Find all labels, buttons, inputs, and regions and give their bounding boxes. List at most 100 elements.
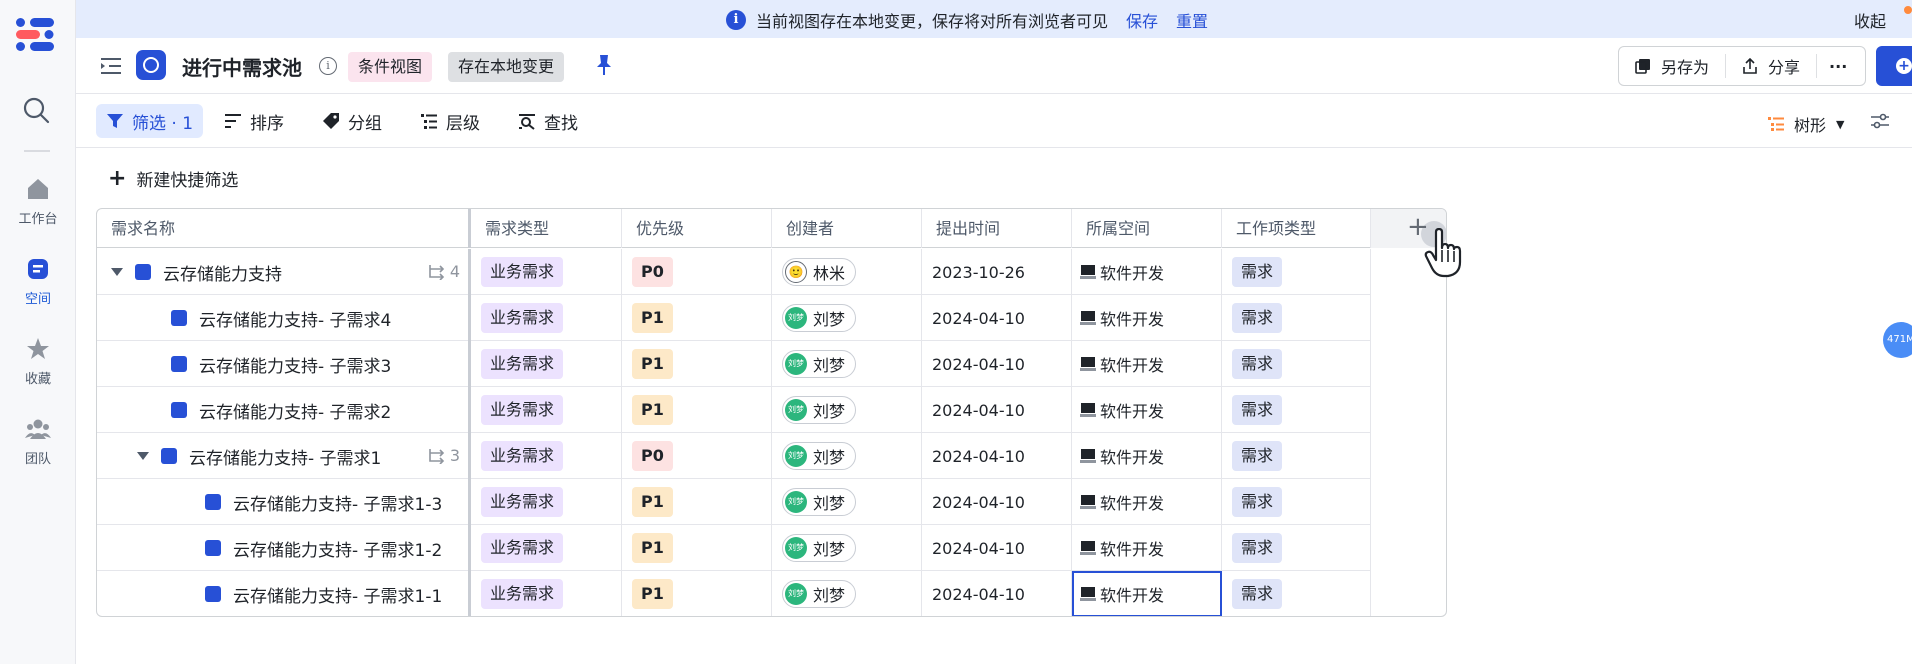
name-cell[interactable]: 云存储能力支持- 子需求1-3	[97, 479, 471, 525]
creator-cell[interactable]: 刘梦 刘梦	[772, 295, 922, 341]
column-header-item-type[interactable]: 工作项类型	[1222, 209, 1371, 248]
space-cell[interactable]: 软件开发	[1072, 479, 1222, 525]
filter-button[interactable]: 筛选 · 1	[96, 104, 204, 138]
view-mode-select[interactable]: 树形 ▼	[1768, 112, 1844, 136]
save-link[interactable]: 保存	[1126, 8, 1158, 32]
creator-cell[interactable]: 刘梦 刘梦	[772, 525, 922, 571]
creator-cell[interactable]: 刘梦 刘梦	[772, 341, 922, 387]
user-chip[interactable]: 刘梦 刘梦	[782, 442, 857, 470]
type-cell[interactable]: 业务需求	[471, 341, 622, 387]
priority-cell[interactable]: P1	[622, 387, 772, 433]
date-cell[interactable]: 2024-04-10	[922, 387, 1072, 433]
table-row[interactable]: 云存储能力支持- 子需求2 业务需求 P1 刘梦 刘梦 2024-04-10 软…	[97, 387, 1371, 433]
more-button[interactable]: ···	[1817, 47, 1859, 85]
requirement-name[interactable]: 云存储能力支持- 子需求4	[199, 306, 391, 331]
sidebar-item-space[interactable]: 空间	[0, 256, 76, 307]
date-cell[interactable]: 2024-04-10	[922, 525, 1072, 571]
view-info-icon[interactable]: i	[319, 57, 337, 75]
item-type-cell[interactable]: 需求	[1222, 387, 1371, 433]
pin-icon[interactable]	[596, 54, 612, 76]
table-row[interactable]: 云存储能力支持- 子需求1-3 业务需求 P1 刘梦 刘梦 2024-04-10…	[97, 479, 1371, 525]
user-chip[interactable]: 刘梦 刘梦	[782, 304, 857, 332]
name-cell[interactable]: 云存储能力支持- 子需求1-1	[97, 571, 471, 616]
subtask-count[interactable]: 3	[428, 446, 460, 465]
item-type-cell[interactable]: 需求	[1222, 525, 1371, 571]
memory-badge[interactable]: 471M	[1883, 322, 1912, 358]
expand-caret-icon[interactable]	[111, 268, 123, 276]
space-cell[interactable]: 软件开发	[1072, 571, 1222, 616]
priority-cell[interactable]: P1	[622, 479, 772, 525]
creator-cell[interactable]: 刘梦 刘梦	[772, 571, 922, 616]
collapse-banner-button[interactable]: 收起	[1854, 8, 1886, 32]
column-header-creator[interactable]: 创建者	[772, 209, 922, 248]
name-cell[interactable]: 云存储能力支持- 子需求1-2	[97, 525, 471, 571]
column-header-date[interactable]: 提出时间	[922, 209, 1072, 248]
search-icon[interactable]	[22, 96, 50, 124]
expand-sidebar-icon[interactable]	[100, 56, 122, 76]
table-row[interactable]: 云存储能力支持- 子需求1-1 业务需求 P1 刘梦 刘梦 2024-04-10…	[97, 571, 1371, 616]
type-cell[interactable]: 业务需求	[471, 295, 622, 341]
reset-link[interactable]: 重置	[1176, 8, 1208, 32]
creator-cell[interactable]: 刘梦 刘梦	[772, 433, 922, 479]
group-button[interactable]: 分组	[312, 104, 392, 138]
view-settings-icon[interactable]	[1870, 111, 1890, 131]
item-type-cell[interactable]: 需求	[1222, 571, 1371, 616]
requirement-name[interactable]: 云存储能力支持- 子需求1-2	[233, 536, 442, 561]
sort-button[interactable]: 排序	[214, 104, 294, 138]
column-header-type[interactable]: 需求类型	[471, 209, 622, 248]
priority-cell[interactable]: P1	[622, 525, 772, 571]
creator-cell[interactable]: 刘梦 刘梦	[772, 387, 922, 433]
requirement-name[interactable]: 云存储能力支持- 子需求2	[199, 398, 391, 423]
name-cell[interactable]: 云存储能力支持- 子需求3	[97, 341, 471, 387]
name-cell[interactable]: 云存储能力支持- 子需求4	[97, 295, 471, 341]
name-cell[interactable]: 云存储能力支持- 子需求2	[97, 387, 471, 433]
level-button[interactable]: 层级	[410, 104, 490, 138]
item-type-cell[interactable]: 需求	[1222, 295, 1371, 341]
share-button[interactable]: 分享	[1726, 47, 1816, 85]
date-cell[interactable]: 2024-04-10	[922, 571, 1072, 616]
date-cell[interactable]: 2024-04-10	[922, 341, 1072, 387]
column-header-priority[interactable]: 优先级	[622, 209, 772, 248]
requirement-name[interactable]: 云存储能力支持- 子需求1-3	[233, 490, 442, 515]
requirement-name[interactable]: 云存储能力支持- 子需求1	[189, 444, 381, 469]
user-chip[interactable]: 🙂 林米	[782, 258, 857, 286]
priority-cell[interactable]: P0	[622, 433, 772, 479]
new-button[interactable]: + 新建	[1876, 46, 1912, 86]
user-chip[interactable]: 刘梦 刘梦	[782, 396, 857, 424]
save-as-button[interactable]: 另存为	[1619, 47, 1725, 85]
space-cell[interactable]: 软件开发	[1072, 295, 1222, 341]
creator-cell[interactable]: 刘梦 刘梦	[772, 479, 922, 525]
priority-cell[interactable]: P0	[622, 249, 772, 295]
table-row[interactable]: 云存储能力支持- 子需求1-2 业务需求 P1 刘梦 刘梦 2024-04-10…	[97, 525, 1371, 571]
type-cell[interactable]: 业务需求	[471, 479, 622, 525]
date-cell[interactable]: 2024-04-10	[922, 295, 1072, 341]
name-cell[interactable]: 云存储能力支持- 子需求1 3	[97, 433, 471, 479]
item-type-cell[interactable]: 需求	[1222, 341, 1371, 387]
type-cell[interactable]: 业务需求	[471, 387, 622, 433]
item-type-cell[interactable]: 需求	[1222, 249, 1371, 295]
user-chip[interactable]: 刘梦 刘梦	[782, 488, 857, 516]
table-row[interactable]: 云存储能力支持 4 业务需求 P0 🙂 林米 2023-10-26 软件开发 需…	[97, 249, 1371, 295]
table-row[interactable]: 云存储能力支持- 子需求3 业务需求 P1 刘梦 刘梦 2024-04-10 软…	[97, 341, 1371, 387]
app-logo-icon[interactable]	[16, 18, 54, 52]
user-chip[interactable]: 刘梦 刘梦	[782, 580, 857, 608]
user-chip[interactable]: 刘梦 刘梦	[782, 350, 857, 378]
type-cell[interactable]: 业务需求	[471, 525, 622, 571]
priority-cell[interactable]: P1	[622, 295, 772, 341]
find-button[interactable]: 查找	[508, 104, 588, 138]
column-header-name[interactable]: 需求名称	[97, 209, 471, 248]
expand-caret-icon[interactable]	[137, 452, 149, 460]
column-header-space[interactable]: 所属空间	[1072, 209, 1222, 248]
space-cell[interactable]: 软件开发	[1072, 525, 1222, 571]
table-row[interactable]: 云存储能力支持- 子需求1 3 业务需求 P0 刘梦 刘梦 2024-04-10…	[97, 433, 1371, 479]
requirement-name[interactable]: 云存储能力支持	[163, 260, 282, 285]
requirement-name[interactable]: 云存储能力支持- 子需求1-1	[233, 582, 442, 607]
creator-cell[interactable]: 🙂 林米	[772, 249, 922, 295]
type-cell[interactable]: 业务需求	[471, 249, 622, 295]
new-quick-filter-button[interactable]: + 新建快捷筛选	[108, 166, 238, 191]
table-row[interactable]: 云存储能力支持- 子需求4 业务需求 P1 刘梦 刘梦 2024-04-10 软…	[97, 295, 1371, 341]
requirement-name[interactable]: 云存储能力支持- 子需求3	[199, 352, 391, 377]
type-cell[interactable]: 业务需求	[471, 571, 622, 616]
sidebar-item-workbench[interactable]: 工作台	[0, 176, 76, 227]
item-type-cell[interactable]: 需求	[1222, 433, 1371, 479]
